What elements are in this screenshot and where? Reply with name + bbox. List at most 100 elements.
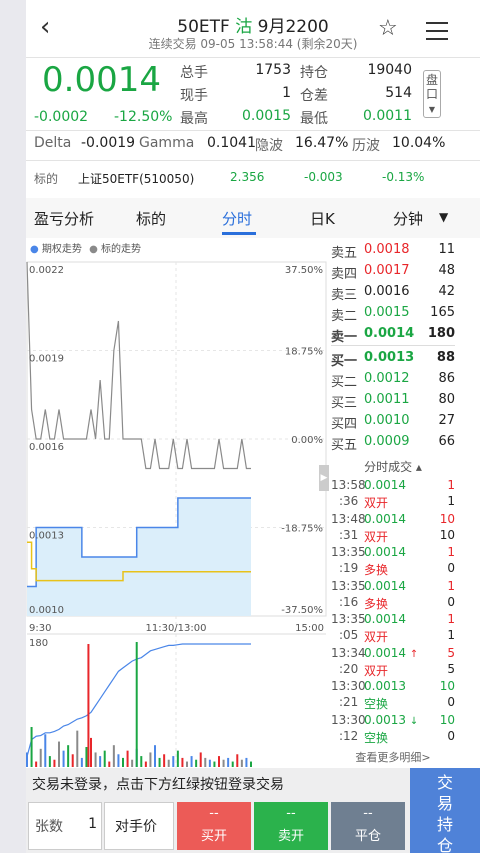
volume-bar (154, 745, 156, 767)
order-book-volume: 42 (438, 284, 455, 299)
trade-time: 13:35 (331, 578, 366, 593)
trade-row: 13:35 0.0014 1 (331, 579, 455, 596)
trade-positions-button[interactable]: 交易持仓 (410, 768, 480, 853)
trade-seconds: :19 (339, 561, 359, 575)
volume-bar (103, 750, 106, 767)
trade-price: 0.0014 (364, 478, 406, 492)
volume-bar (172, 756, 175, 767)
y-right-tick: -18.75% (281, 524, 323, 535)
price-change-pct: -12.50% (114, 109, 173, 125)
buy-open-label: 买开 (200, 829, 227, 844)
more-details-link[interactable]: 查看更多明细> (331, 749, 455, 765)
volume-bar (231, 761, 234, 767)
tab-pnl-analysis[interactable]: 盈亏分析 (34, 208, 94, 229)
trade-type: 空换 (364, 697, 389, 711)
y-left-tick: 0.0010 (29, 605, 64, 616)
tab-intraday[interactable]: 分时 (222, 208, 252, 229)
trade-row-detail: :31 双开 10 (331, 528, 455, 545)
tab-minute[interactable]: 分钟 (393, 208, 423, 229)
order-book-price: 0.0011 (364, 392, 410, 407)
chart-legend: ● 期权走势 ● 标的走势 (30, 240, 141, 255)
order-book-row[interactable]: 卖三 0.0016 42 (331, 284, 455, 305)
login-prompt[interactable]: 交易未登录，点击下方红绿按钮登录交易 (26, 768, 410, 798)
quantity-field[interactable]: 张数 1 (28, 802, 102, 850)
tab-daily-k[interactable]: 日K (310, 208, 335, 229)
trade-oi: 0 (447, 695, 455, 709)
order-book-level: 卖四 (331, 267, 358, 282)
order-book-row[interactable]: 卖四 0.0017 48 (331, 263, 455, 284)
trades-header[interactable]: 分时成交 ▴ (331, 458, 455, 475)
order-book-row[interactable]: 买三 0.0011 80 (331, 392, 455, 413)
y-left-tick: 0.0022 (29, 265, 64, 276)
order-book-volume: 11 (438, 242, 455, 257)
order-book-row[interactable]: 买五 0.0009 66 (331, 434, 455, 455)
trade-time: 13:35 (331, 545, 366, 559)
trade-row: 13:35 0.0014 1 (331, 612, 455, 629)
order-book-row[interactable]: 卖二 0.0015 165 (331, 305, 455, 326)
order-book-price: 0.0010 (364, 413, 410, 428)
trade-type: 空换 (364, 730, 389, 745)
volume-bar (240, 759, 243, 767)
trade-oi: 10 (439, 527, 455, 542)
volume-bar (90, 737, 92, 767)
legend-underlying-trend: 标的走势 (101, 244, 142, 255)
order-book-price: 0.0017 (364, 263, 410, 278)
intraday-chart[interactable]: 0.0022 0.0019 0.0016 0.0013 0.0010 37.50% 18.7… (26, 240, 331, 768)
iv-label: 隐波 (255, 138, 283, 154)
trade-row: 13:30 0.0013 10 (331, 679, 455, 696)
order-book-toggle[interactable]: 盘口 ▼ (423, 70, 441, 118)
sell-open-button[interactable]: -- 卖开 (254, 802, 328, 850)
expand-chart-handle[interactable]: ▶ (319, 465, 329, 491)
price-mode-label: 对手价 (115, 819, 157, 835)
trade-price: 0.0013 (364, 679, 406, 693)
order-book-volume: 180 (427, 326, 455, 341)
trade-row-detail: :16 多换 0 (331, 595, 455, 612)
close-position-label: 平仓 (354, 829, 381, 844)
volume-bar (44, 734, 47, 767)
trade-type: 双开 (364, 663, 389, 678)
order-book-row[interactable]: 买四 0.0010 27 (331, 413, 455, 434)
gamma-value: 0.1041 (207, 135, 256, 151)
trade-qty: 1 (447, 612, 455, 626)
volume-bar (112, 745, 115, 767)
close-position-button[interactable]: -- 平仓 (331, 802, 405, 850)
menu-icon[interactable] (426, 22, 448, 46)
price-mode-select[interactable]: 对手价 (104, 802, 174, 850)
order-book-level: 卖一 (331, 330, 358, 345)
title-suffix: 9月2200 (257, 17, 329, 37)
order-book-volume: 165 (430, 305, 455, 320)
stat-value-low: 0.0011 (363, 108, 412, 124)
order-book-row[interactable]: 买二 0.0012 86 (331, 371, 455, 392)
x-tick: 9:30 (29, 623, 51, 634)
tab-underlying[interactable]: 标的 (136, 208, 166, 229)
quantity-value: 1 (88, 816, 97, 832)
volume-bar (131, 759, 134, 767)
trade-oi: 1 (447, 628, 455, 642)
volume-bar (126, 750, 129, 767)
active-tab-indicator (222, 232, 256, 235)
buy-open-button[interactable]: -- 买开 (177, 802, 251, 850)
order-book-row[interactable]: 卖五 0.0018 11 (331, 242, 455, 263)
trade-oi: 0 (447, 561, 455, 575)
volume-bar (108, 761, 111, 767)
order-book-price: 0.0014 (364, 326, 415, 341)
order-book-row[interactable]: 买一 0.0013 88 (331, 350, 455, 371)
trade-qty: 10 (439, 679, 455, 693)
trade-price-value: 0.0013 (364, 712, 406, 727)
volume-bar (94, 752, 97, 767)
caret-down-icon[interactable]: ▼ (439, 210, 448, 224)
volume-bar (149, 752, 152, 767)
stat-value-open-interest: 19040 (367, 62, 412, 78)
trade-oi: 0 (447, 594, 455, 609)
favorite-star-icon[interactable]: ☆ (378, 18, 398, 40)
trade-seconds: :36 (339, 494, 359, 508)
order-book-row[interactable]: 卖一 0.0014 180 (331, 326, 455, 347)
trade-price-value: 0.0014 (364, 545, 406, 559)
volume-bar (80, 757, 83, 767)
volume-bar (140, 756, 143, 767)
greeks-row: Delta -0.0019 Gamma 0.1041 隐波 16.47% 历波 … (26, 135, 480, 157)
y-right-tick: 37.50% (285, 265, 323, 276)
order-book-level: 买二 (331, 375, 358, 390)
volume-bar (245, 757, 248, 767)
y-left-tick: 0.0019 (29, 354, 64, 365)
